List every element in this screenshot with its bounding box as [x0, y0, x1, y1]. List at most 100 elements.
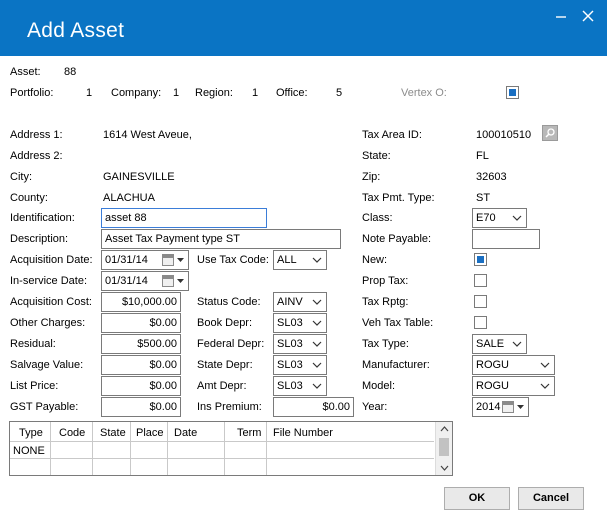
- use-tax-code-value: ALL: [277, 254, 297, 266]
- chevron-down-icon: [540, 362, 550, 368]
- company-value: 1: [173, 87, 180, 99]
- chevron-down-icon[interactable]: [176, 276, 185, 286]
- region-value: 1: [252, 87, 259, 99]
- federal-depr-value: SL03: [277, 338, 303, 350]
- column-header-type[interactable]: Type: [19, 426, 43, 440]
- new-checkbox[interactable]: [474, 253, 487, 266]
- use-tax-code-label: Use Tax Code:: [197, 254, 269, 266]
- chevron-down-icon[interactable]: [176, 255, 185, 265]
- minimize-icon[interactable]: [555, 10, 567, 22]
- chevron-down-icon: [312, 383, 322, 389]
- note-payable-input[interactable]: [472, 229, 540, 249]
- class-value: E70: [476, 212, 496, 224]
- region-label: Region:: [195, 87, 233, 99]
- calendar-icon[interactable]: [502, 401, 514, 413]
- city-value: GAINESVILLE: [103, 171, 175, 183]
- acquisition-date-label: Acquisition Date:: [10, 254, 93, 266]
- title-bar: Add Asset: [0, 0, 607, 56]
- tax-type-label: Tax Type:: [362, 338, 409, 350]
- scroll-thumb[interactable]: [439, 438, 449, 456]
- scroll-down-icon[interactable]: [440, 465, 449, 472]
- address1-label: Address 1:: [10, 129, 63, 141]
- chevron-down-icon: [540, 383, 550, 389]
- state-depr-label: State Depr:: [197, 359, 253, 371]
- model-label: Model:: [362, 380, 396, 392]
- address2-label: Address 2:: [10, 150, 63, 162]
- table-row[interactable]: [10, 458, 434, 475]
- class-select[interactable]: E70: [472, 208, 527, 228]
- calendar-icon[interactable]: [162, 254, 174, 266]
- description-input[interactable]: Asset Tax Payment type ST: [101, 229, 341, 249]
- inservice-date-picker[interactable]: 01/31/14: [101, 271, 189, 291]
- table-row[interactable]: NONE: [10, 441, 434, 458]
- scroll-up-icon[interactable]: [440, 425, 449, 432]
- chevron-down-icon: [312, 362, 322, 368]
- ok-button[interactable]: OK: [444, 487, 510, 510]
- vertex-label: Vertex O:: [401, 87, 447, 99]
- salvage-value-label: Salvage Value:: [10, 359, 84, 371]
- veh-tax-table-label: Veh Tax Table:: [362, 317, 434, 329]
- status-code-value: AINV: [277, 296, 303, 308]
- state-depr-select[interactable]: SL03: [273, 355, 327, 375]
- acquisition-date-picker[interactable]: 01/31/14: [101, 250, 189, 270]
- close-icon[interactable]: [582, 10, 594, 22]
- other-charges-label: Other Charges:: [10, 317, 86, 329]
- acquisition-cost-input[interactable]: $10,000.00: [101, 292, 181, 312]
- vertex-checkbox[interactable]: [506, 86, 519, 99]
- model-value: ROGU: [476, 380, 509, 392]
- list-price-input[interactable]: $0.00: [101, 376, 181, 396]
- chevron-down-icon: [512, 341, 522, 347]
- column-header-file-number[interactable]: File Number: [273, 426, 333, 440]
- year-picker[interactable]: 2014: [472, 397, 529, 417]
- column-header-term[interactable]: Term: [237, 426, 261, 440]
- tax-area-id-value: 100010510: [476, 129, 532, 141]
- status-code-label: Status Code:: [197, 296, 261, 308]
- class-label: Class:: [362, 212, 393, 224]
- calendar-icon[interactable]: [162, 275, 174, 287]
- portfolio-value: 1: [86, 87, 93, 99]
- gst-payable-input[interactable]: $0.00: [101, 397, 181, 417]
- residual-input[interactable]: $500.00: [101, 334, 181, 354]
- grid-scrollbar[interactable]: [435, 422, 452, 475]
- veh-tax-table-checkbox[interactable]: [474, 316, 487, 329]
- gst-payable-label: GST Payable:: [10, 401, 79, 413]
- identification-input[interactable]: asset 88: [101, 208, 267, 228]
- other-charges-input[interactable]: $0.00: [101, 313, 181, 333]
- salvage-value-input[interactable]: $0.00: [101, 355, 181, 375]
- prop-tax-checkbox[interactable]: [474, 274, 487, 287]
- amt-depr-select[interactable]: SL03: [273, 376, 327, 396]
- ins-premium-label: Ins Premium:: [197, 401, 262, 413]
- chevron-down-icon: [312, 341, 322, 347]
- identification-label: Identification:: [10, 212, 75, 224]
- column-header-code[interactable]: Code: [59, 426, 85, 440]
- prop-tax-label: Prop Tax:: [362, 275, 409, 287]
- ins-premium-input[interactable]: $0.00: [273, 397, 354, 417]
- county-label: County:: [10, 192, 48, 204]
- book-depr-label: Book Depr:: [197, 317, 253, 329]
- status-code-select[interactable]: AINV: [273, 292, 327, 312]
- tax-type-select[interactable]: SALE: [472, 334, 527, 354]
- state-label: State:: [362, 150, 391, 162]
- manufacturer-value: ROGU: [476, 359, 509, 371]
- use-tax-code-select[interactable]: ALL: [273, 250, 327, 270]
- tax-area-search-button[interactable]: [542, 125, 558, 141]
- description-label: Description:: [10, 233, 69, 245]
- model-select[interactable]: ROGU: [472, 376, 555, 396]
- tax-rptg-checkbox[interactable]: [474, 295, 487, 308]
- tax-rptg-label: Tax Rptg:: [362, 296, 409, 308]
- column-header-state[interactable]: State: [100, 426, 126, 440]
- office-value: 5: [336, 87, 343, 99]
- year-value: 2014: [476, 401, 501, 413]
- asset-label: Asset:: [10, 66, 41, 78]
- manufacturer-select[interactable]: ROGU: [472, 355, 555, 375]
- tax-grid[interactable]: Type Code State Place Date Term File Num…: [9, 421, 453, 476]
- asset-value: 88: [64, 66, 77, 78]
- federal-depr-select[interactable]: SL03: [273, 334, 327, 354]
- cell-type: NONE: [13, 445, 45, 457]
- cancel-button[interactable]: Cancel: [518, 487, 584, 510]
- chevron-down-icon[interactable]: [516, 402, 525, 412]
- book-depr-select[interactable]: SL03: [273, 313, 327, 333]
- column-header-place[interactable]: Place: [136, 426, 164, 440]
- column-header-date[interactable]: Date: [174, 426, 197, 440]
- city-label: City:: [10, 171, 32, 183]
